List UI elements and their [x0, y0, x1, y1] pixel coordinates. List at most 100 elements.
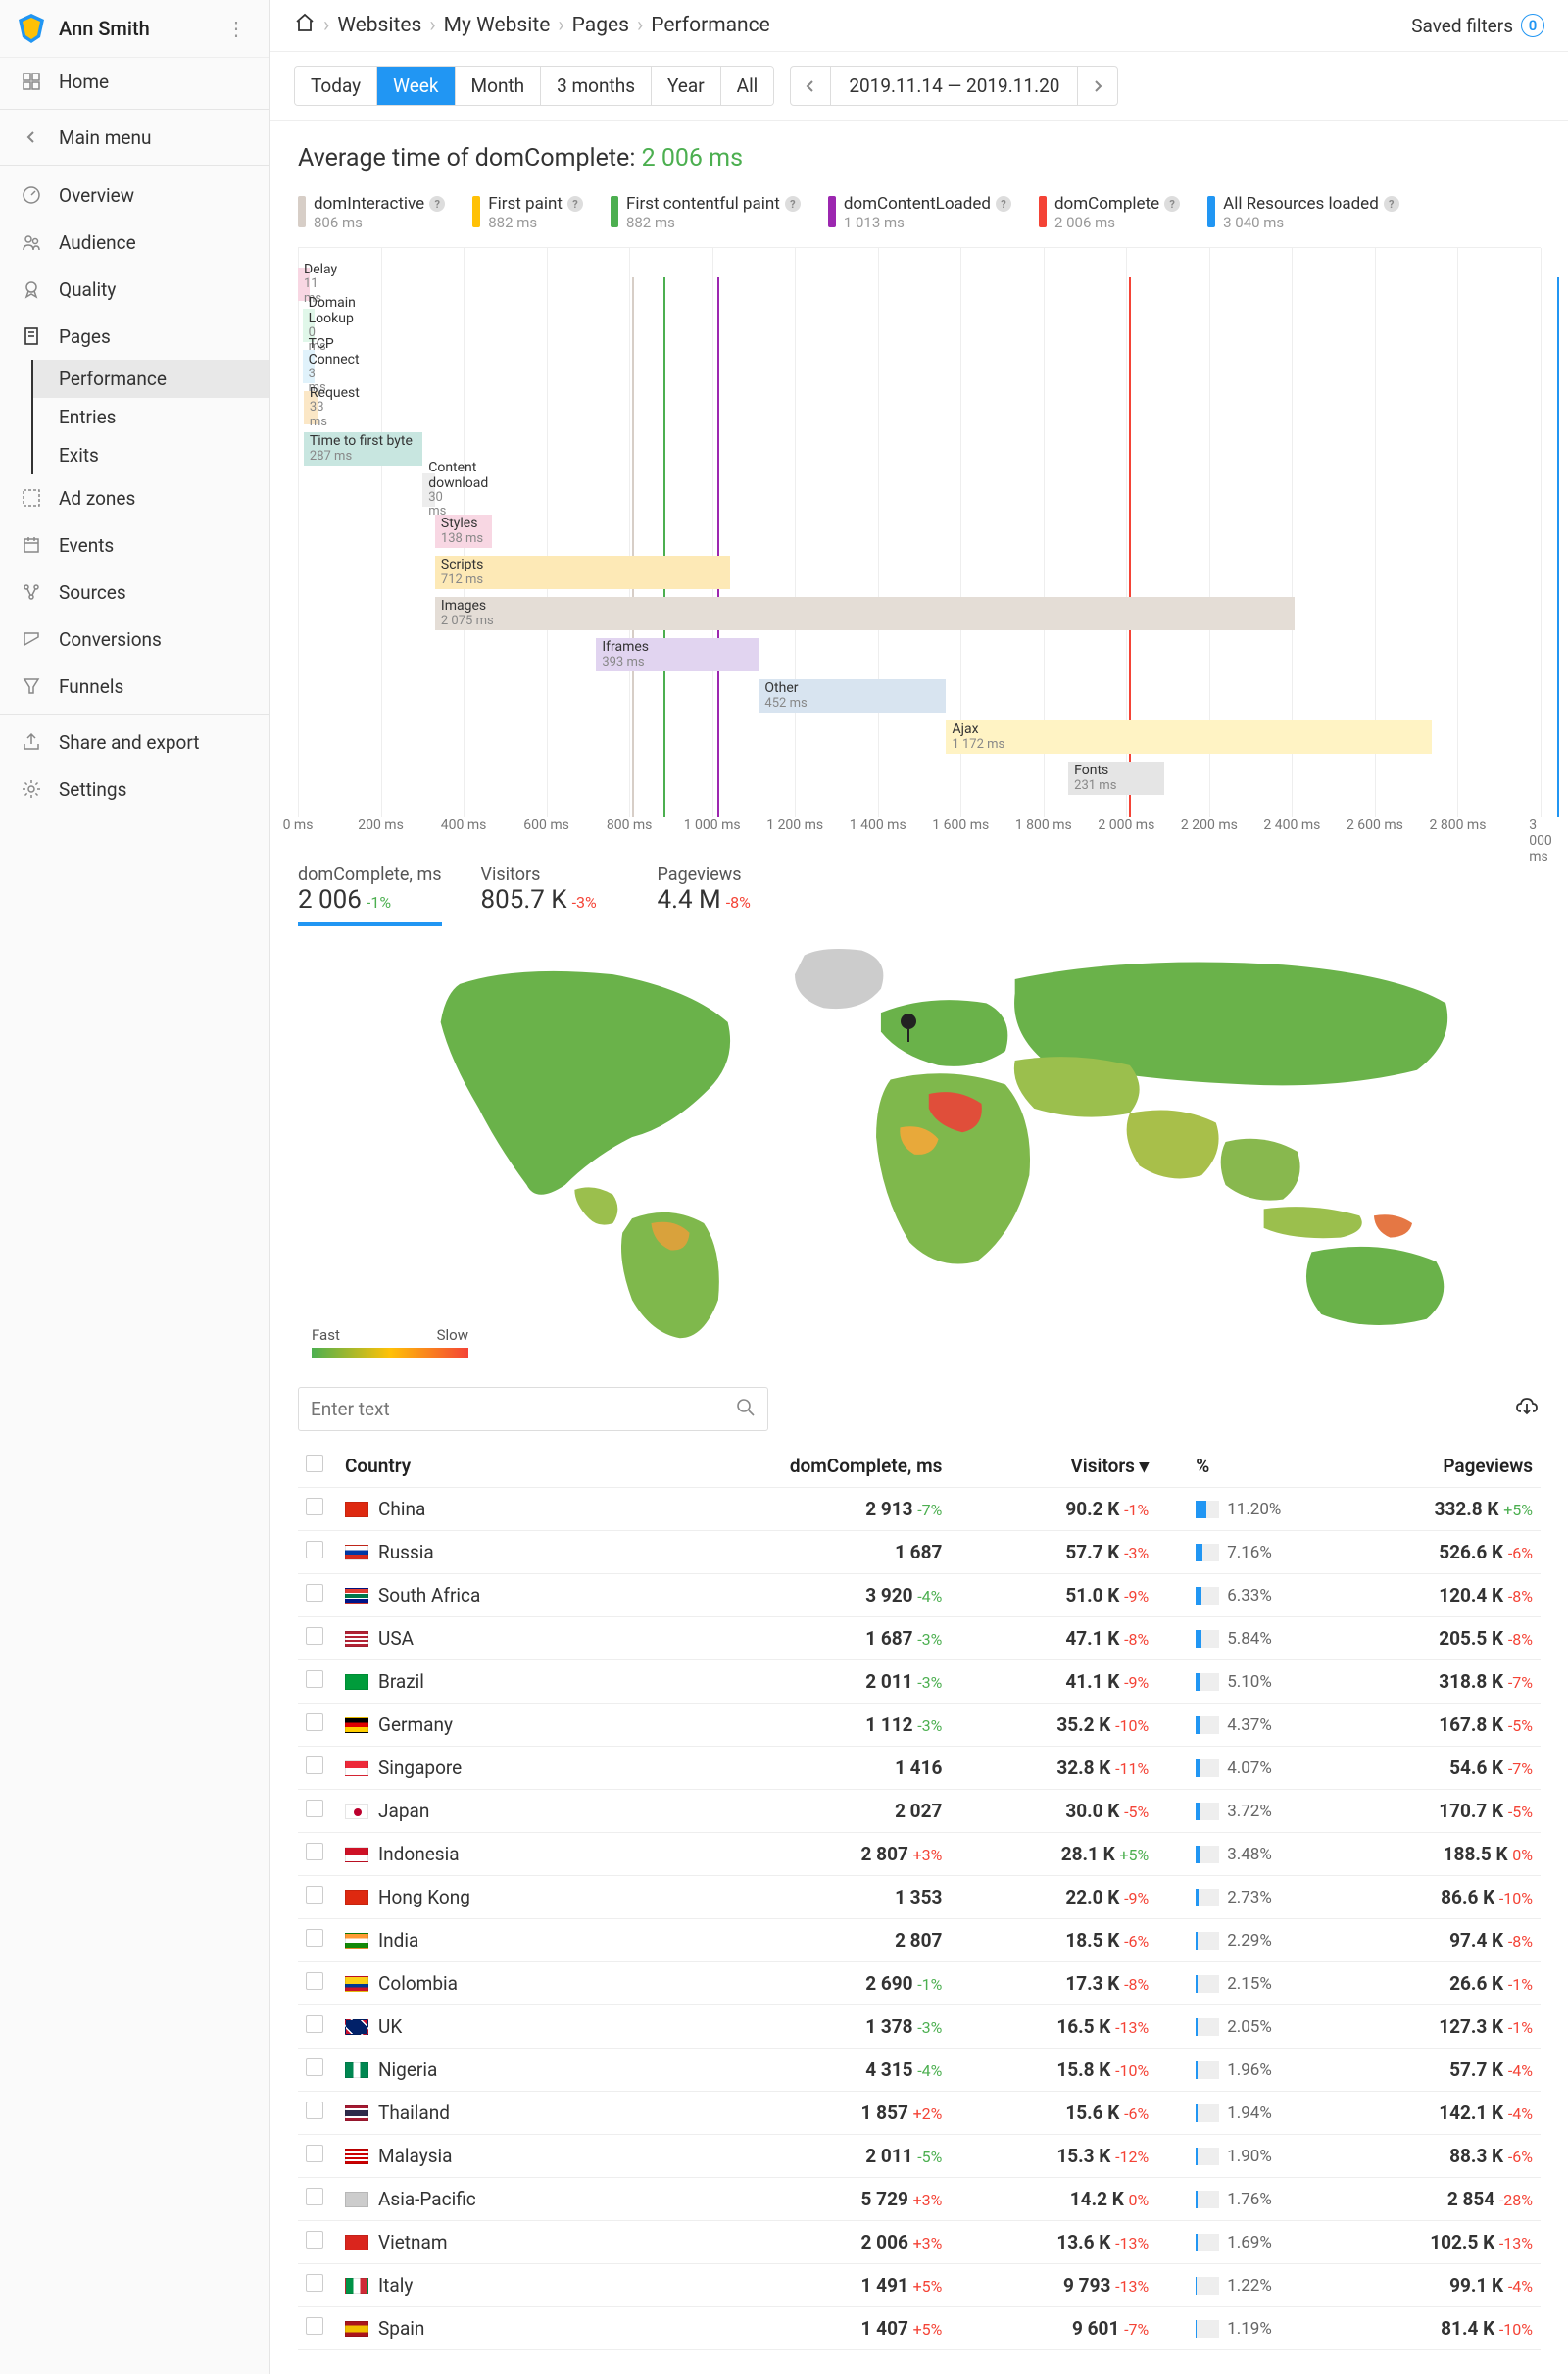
- nav-quality[interactable]: Quality: [0, 266, 270, 313]
- subnav-performance[interactable]: Performance: [33, 360, 270, 398]
- timing-bar-iframes[interactable]: Iframes393 ms: [596, 638, 759, 671]
- table-row[interactable]: Vietnam2 006 +3%13.6 K -13%1.69%102.5 K …: [298, 2221, 1541, 2264]
- crumb-0[interactable]: Websites: [337, 14, 421, 37]
- row-checkbox[interactable]: [306, 1541, 323, 1558]
- table-row[interactable]: South Africa3 920 -4%51.0 K -9%6.33%120.…: [298, 1574, 1541, 1617]
- col-domcompletems[interactable]: domComplete, ms: [627, 1445, 950, 1488]
- nav-share[interactable]: Share and export: [0, 718, 270, 766]
- help-icon[interactable]: ?: [567, 196, 583, 212]
- table-row[interactable]: Colombia2 690 -1%17.3 K -8%2.15%26.6 K -…: [298, 1962, 1541, 2005]
- timing-bar-content-download[interactable]: Content download30 ms: [422, 473, 435, 507]
- nav-funnels[interactable]: Funnels: [0, 663, 270, 710]
- legend-domInteractive[interactable]: domInteractive ?806 ms: [298, 194, 445, 231]
- nav-sources[interactable]: Sources: [0, 569, 270, 616]
- help-icon[interactable]: ?: [996, 196, 1011, 212]
- row-checkbox[interactable]: [306, 1800, 323, 1817]
- help-icon[interactable]: ?: [1164, 196, 1180, 212]
- table-row[interactable]: USA1 687 -3%47.1 K -8%5.84%205.5 K -8%: [298, 1617, 1541, 1660]
- metric-visitors[interactable]: Visitors805.7 K-3%: [481, 865, 618, 926]
- nav-settings[interactable]: Settings: [0, 766, 270, 813]
- table-row[interactable]: Germany1 112 -3%35.2 K -10%4.37%167.8 K …: [298, 1704, 1541, 1747]
- user-profile[interactable]: Ann Smith ⋮: [0, 0, 270, 58]
- row-checkbox[interactable]: [306, 2317, 323, 2335]
- range-tab-today[interactable]: Today: [295, 67, 377, 105]
- col-country[interactable]: Country: [337, 1445, 627, 1488]
- table-row[interactable]: Thailand1 857 +2%15.6 K -6%1.94%142.1 K …: [298, 2092, 1541, 2135]
- range-tab-month[interactable]: Month: [456, 67, 542, 105]
- crumb-2[interactable]: Pages: [572, 14, 629, 37]
- legend-domComplete[interactable]: domComplete ?2 006 ms: [1039, 194, 1180, 231]
- col-pageviews[interactable]: Pageviews: [1313, 1445, 1541, 1488]
- row-checkbox[interactable]: [306, 1627, 323, 1645]
- help-icon[interactable]: ?: [1384, 196, 1399, 212]
- help-icon[interactable]: ?: [785, 196, 801, 212]
- table-row[interactable]: Hong Kong1 353 22.0 K -9%2.73%86.6 K -10…: [298, 1876, 1541, 1919]
- timing-bar-ajax[interactable]: Ajax1 172 ms: [946, 720, 1431, 754]
- timing-bar-scripts[interactable]: Scripts712 ms: [435, 556, 730, 589]
- table-row[interactable]: UK1 378 -3%16.5 K -13%2.05%127.3 K -1%: [298, 2005, 1541, 2049]
- nav-main-menu[interactable]: Main menu: [0, 114, 270, 166]
- row-checkbox[interactable]: [306, 2015, 323, 2033]
- nav-pages[interactable]: Pages: [0, 313, 270, 360]
- range-tab-week[interactable]: Week: [377, 67, 455, 105]
- legend-First paint[interactable]: First paint ?882 ms: [472, 194, 583, 231]
- col-[interactable]: %: [1156, 1445, 1313, 1488]
- metric-pageviews[interactable]: Pageviews4.4 M-8%: [658, 865, 795, 926]
- table-row[interactable]: Malaysia2 011 -5%15.3 K -12%1.90%88.3 K …: [298, 2135, 1541, 2178]
- timing-bar-tcp-connect[interactable]: TCP Connect3 ms: [303, 350, 315, 383]
- table-row[interactable]: Asia-Pacific5 729 +3%14.2 K 0%1.76%2 854…: [298, 2178, 1541, 2221]
- timing-bar-time-to-first-byte[interactable]: Time to first byte287 ms: [304, 432, 422, 466]
- user-menu-kebab[interactable]: ⋮: [220, 17, 252, 40]
- nav-overview[interactable]: Overview: [0, 172, 270, 219]
- table-row[interactable]: Nigeria4 315 -4%15.8 K -10%1.96%57.7 K -…: [298, 2049, 1541, 2092]
- range-tab-all[interactable]: All: [721, 67, 774, 105]
- table-row[interactable]: Spain1 407 +5%9 601 -7%1.19%81.4 K -10%: [298, 2307, 1541, 2350]
- download-icon[interactable]: [1513, 1394, 1541, 1425]
- table-row[interactable]: India2 807 18.5 K -6%2.29%97.4 K -8%: [298, 1919, 1541, 1962]
- country-search[interactable]: [298, 1387, 768, 1431]
- row-checkbox[interactable]: [306, 1670, 323, 1688]
- select-all-checkbox[interactable]: [306, 1455, 323, 1472]
- table-row[interactable]: Italy1 491 +5%9 793 -13%1.22%99.1 K -4%: [298, 2264, 1541, 2307]
- row-checkbox[interactable]: [306, 2274, 323, 2292]
- nav-audience[interactable]: Audience: [0, 219, 270, 266]
- row-checkbox[interactable]: [306, 2188, 323, 2205]
- row-checkbox[interactable]: [306, 2145, 323, 2162]
- timing-bar-images[interactable]: Images2 075 ms: [435, 597, 1295, 630]
- date-next[interactable]: [1078, 73, 1117, 100]
- legend-First contentful paint[interactable]: First contentful paint ?882 ms: [611, 194, 801, 231]
- table-row[interactable]: Russia1 687 57.7 K -3%7.16%526.6 K -6%: [298, 1531, 1541, 1574]
- row-checkbox[interactable]: [306, 1584, 323, 1602]
- legend-domContentLoaded[interactable]: domContentLoaded ?1 013 ms: [828, 194, 1011, 231]
- table-row[interactable]: Singapore1 416 32.8 K -11%4.07%54.6 K -7…: [298, 1747, 1541, 1790]
- timing-bar-styles[interactable]: Styles138 ms: [435, 515, 492, 548]
- row-checkbox[interactable]: [306, 2058, 323, 2076]
- metric-domcomplete[interactable]: domComplete, ms2 006-1%: [298, 865, 442, 926]
- table-row[interactable]: China2 913 -7%90.2 K -1%11.20%332.8 K +5…: [298, 1488, 1541, 1531]
- timing-bar-fonts[interactable]: Fonts231 ms: [1068, 762, 1164, 795]
- timing-bar-other[interactable]: Other452 ms: [759, 679, 946, 713]
- table-row[interactable]: Indonesia2 807 +3%28.1 K +5%3.48%188.5 K…: [298, 1833, 1541, 1876]
- col-visitors[interactable]: Visitors ▾: [950, 1445, 1156, 1488]
- subnav-entries[interactable]: Entries: [33, 398, 270, 436]
- row-checkbox[interactable]: [306, 1756, 323, 1774]
- nav-conversions[interactable]: Conversions: [0, 616, 270, 663]
- crumb-1[interactable]: My Website: [444, 14, 551, 37]
- row-checkbox[interactable]: [306, 1713, 323, 1731]
- row-checkbox[interactable]: [306, 1843, 323, 1860]
- row-checkbox[interactable]: [306, 1886, 323, 1904]
- date-prev[interactable]: [791, 73, 830, 100]
- saved-filters[interactable]: Saved filters 0: [1411, 14, 1544, 37]
- table-row[interactable]: Japan2 027 30.0 K -5%3.72%170.7 K -5%: [298, 1790, 1541, 1833]
- subnav-exits[interactable]: Exits: [33, 436, 270, 474]
- world-map[interactable]: FastSlow: [298, 936, 1541, 1367]
- search-input[interactable]: [311, 1388, 736, 1430]
- row-checkbox[interactable]: [306, 1929, 323, 1947]
- help-icon[interactable]: ?: [429, 196, 445, 212]
- row-checkbox[interactable]: [306, 1498, 323, 1515]
- home-icon[interactable]: [294, 12, 316, 39]
- range-tab-3-months[interactable]: 3 months: [541, 67, 652, 105]
- row-checkbox[interactable]: [306, 2102, 323, 2119]
- nav-adzones[interactable]: Ad zones: [0, 474, 270, 521]
- nav-events[interactable]: Events: [0, 521, 270, 569]
